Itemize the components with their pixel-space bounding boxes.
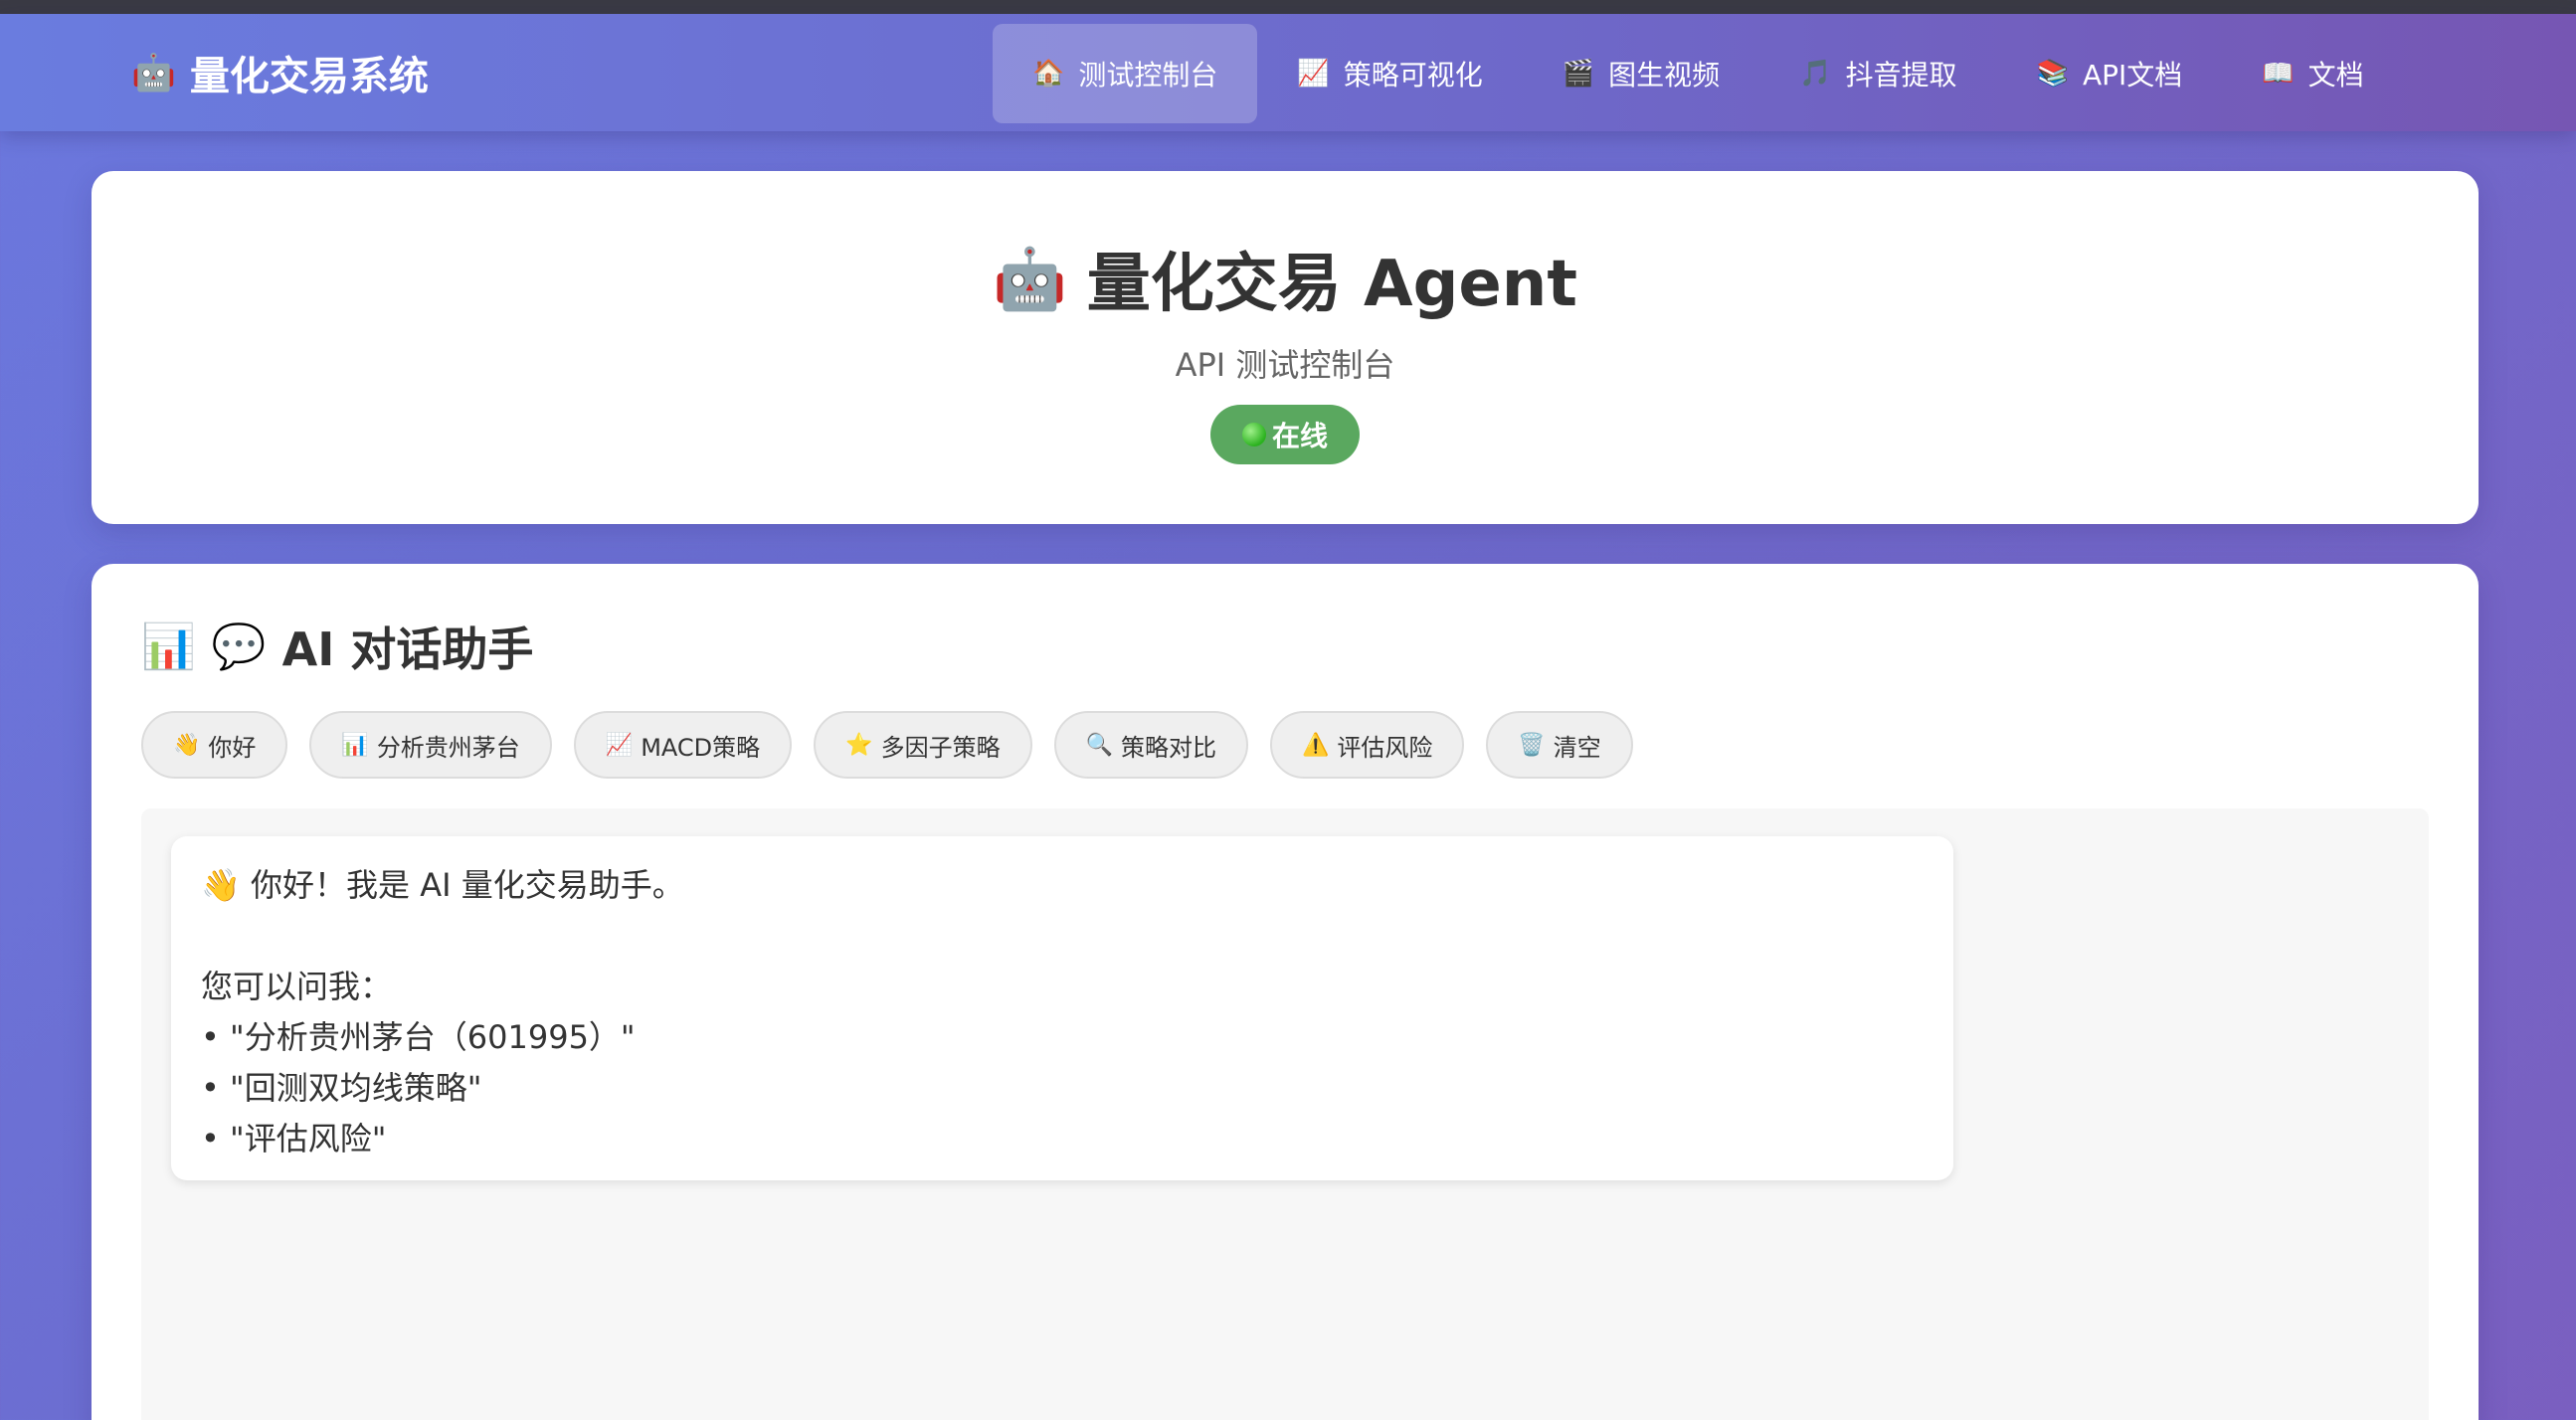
quick-macd-strategy-button[interactable]: 📈 MACD策略 <box>573 711 793 779</box>
chat-card: 📊 💬 AI 对话助手 👋 你好 📊 分析贵州茅台 📈 MACD策略 ⭐ 多因子… <box>92 564 2479 1420</box>
message-line: • "分析贵州茅台（601995）" <box>201 1018 636 1056</box>
quick-button-label: 多因子策略 <box>880 733 1001 762</box>
wastebasket-icon: 🗑️ <box>1518 732 1546 758</box>
bar-chart-icon: 📊 <box>141 621 196 672</box>
quick-analyze-moutai-button[interactable]: 📊 分析贵州茅台 <box>309 711 552 779</box>
quick-assess-risk-button[interactable]: ⚠️ 评估风险 <box>1269 711 1465 779</box>
chart-increasing-icon: 📈 <box>605 732 634 758</box>
robot-icon: 🤖 <box>131 53 176 93</box>
house-icon: 🏠 <box>1032 59 1065 89</box>
speech-bubble-icon: 💬 <box>211 621 267 672</box>
quick-button-label: 评估风险 <box>1337 733 1433 762</box>
bar-chart-icon: 📊 <box>341 732 369 758</box>
clapper-board-icon: 🎬 <box>1562 59 1595 89</box>
nav-link-label: 测试控制台 <box>1078 59 1218 91</box>
nav-link-strategy-visualization[interactable]: 📈 策略可视化 <box>1257 24 1522 123</box>
open-book-icon: 📖 <box>2262 59 2295 89</box>
star-icon: ⭐ <box>845 732 873 758</box>
quick-strategy-compare-button[interactable]: 🔍 策略对比 <box>1053 711 1248 779</box>
brand[interactable]: 🤖 量化交易系统 <box>131 14 429 131</box>
chat-title: 📊 💬 AI 对话助手 <box>141 614 533 679</box>
nav-link-label: 图生视频 <box>1608 59 1721 91</box>
nav-link-docs[interactable]: 📖 文档 <box>2222 24 2403 123</box>
quick-button-label: 清空 <box>1553 733 1601 762</box>
warning-icon: ⚠️ <box>1301 732 1330 758</box>
message-line: • "评估风险" <box>201 1120 387 1157</box>
nav-link-console[interactable]: 🏠 测试控制台 <box>993 24 1258 123</box>
message-line: 您可以问我： <box>201 968 393 1005</box>
quick-hello-button[interactable]: 👋 你好 <box>141 711 288 779</box>
message-line: • "回测双均线策略" <box>201 1069 482 1107</box>
quick-clear-button[interactable]: 🗑️ 清空 <box>1486 711 1633 779</box>
quick-actions: 👋 你好 📊 分析贵州茅台 📈 MACD策略 ⭐ 多因子策略 🔍 策略对比 ⚠️… <box>141 711 1633 779</box>
nav-link-label: API文档 <box>2082 59 2183 91</box>
status-label: 在线 <box>1271 420 1328 452</box>
quick-button-label: 你好 <box>208 733 257 762</box>
assistant-message: 👋 你好！我是 AI 量化交易助手。 您可以问我： • "分析贵州茅台（6019… <box>171 836 1953 1180</box>
music-note-icon: 🎵 <box>1799 59 1832 89</box>
nav-link-label: 策略可视化 <box>1343 59 1483 91</box>
magnifier-icon: 🔍 <box>1085 732 1113 758</box>
robot-icon: 🤖 <box>993 244 1067 314</box>
quick-button-label: 策略对比 <box>1120 733 1216 762</box>
message-line: 👋 你好！我是 AI 量化交易助手。 <box>201 866 684 904</box>
green-circle-icon <box>1241 423 1266 446</box>
quick-multifactor-strategy-button[interactable]: ⭐ 多因子策略 <box>814 711 1032 779</box>
nav-link-image-to-video[interactable]: 🎬 图生视频 <box>1523 24 1759 123</box>
top-navbar: 🤖 量化交易系统 🏠 测试控制台 📈 策略可视化 🎬 图生视频 🎵 抖音提取 📚… <box>0 14 2576 131</box>
chart-increasing-icon: 📈 <box>1297 59 1330 89</box>
status-badge: 在线 <box>1210 405 1360 464</box>
quick-button-label: MACD策略 <box>641 733 761 762</box>
window-top-strip <box>0 0 2576 14</box>
page-title: 🤖 量化交易 Agent <box>92 233 2479 324</box>
books-icon: 📚 <box>2036 59 2069 89</box>
message-line-blank <box>201 911 1924 962</box>
nav-link-douyin-extract[interactable]: 🎵 抖音提取 <box>1759 24 1996 123</box>
header-card: 🤖 量化交易 Agent API 测试控制台 在线 <box>92 171 2479 524</box>
chat-messages-area[interactable]: 👋 你好！我是 AI 量化交易助手。 您可以问我： • "分析贵州茅台（6019… <box>141 808 2429 1420</box>
waving-hand-icon: 👋 <box>173 732 201 758</box>
nav-link-label: 文档 <box>2307 59 2364 91</box>
page-title-text: 量化交易 Agent <box>1086 248 1577 321</box>
chat-title-text: AI 对话助手 <box>281 622 534 676</box>
nav-links: 🏠 测试控制台 📈 策略可视化 🎬 图生视频 🎵 抖音提取 📚 API文档 📖 … <box>993 24 2404 123</box>
page-subtitle: API 测试控制台 <box>1175 346 1395 384</box>
nav-link-label: 抖音提取 <box>1845 59 1957 91</box>
brand-label: 量化交易系统 <box>189 54 429 99</box>
quick-button-label: 分析贵州茅台 <box>376 733 520 762</box>
nav-link-api-docs[interactable]: 📚 API文档 <box>1997 24 2223 123</box>
